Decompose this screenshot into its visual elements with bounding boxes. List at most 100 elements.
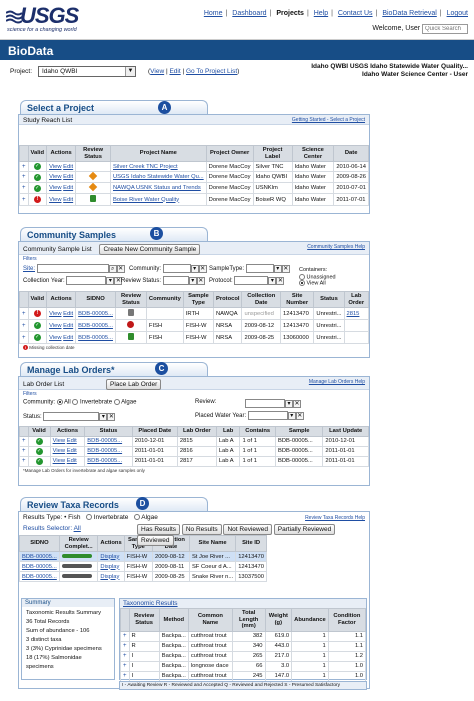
colyear-input[interactable] (66, 276, 107, 285)
placed-year-input[interactable] (247, 411, 288, 420)
partially-reviewed-button[interactable]: Partially Reviewed (273, 524, 336, 535)
taxa-sample-row[interactable]: BDB-00005... Display FISH-W 2009-08-12 St Jo… (19, 551, 267, 562)
chevron-down-icon[interactable]: ▾ (268, 276, 277, 285)
view-link[interactable]: View (49, 335, 61, 341)
reviewed-button[interactable]: Reviewed (137, 535, 174, 546)
project-view-link[interactable]: View (150, 68, 164, 75)
lab-order-row[interactable]: + ✓ View Edit BDB-00005... 2011-01-01 2816 Lab… (19, 445, 369, 457)
display-link[interactable]: Display (100, 554, 119, 560)
edit-link[interactable]: Edit (67, 438, 77, 444)
search-icon[interactable]: ⌕ (108, 264, 117, 273)
project-row[interactable]: + ✓ View Edit NAWQA USNK Status and Trends D… (19, 182, 369, 194)
expand-icon[interactable]: + (22, 448, 26, 454)
lab-review-input[interactable] (245, 399, 285, 408)
lab-filters-toggle[interactable]: Filters (23, 391, 37, 397)
laborder-link[interactable]: 2815 (347, 311, 360, 317)
sidno-link[interactable]: BDB-00005... (22, 574, 57, 580)
lab-status-input[interactable] (43, 412, 100, 421)
clear-icon[interactable]: ✕ (293, 399, 301, 408)
project-name-link[interactable]: USGS Idaho Statewide Water Qu... (113, 174, 204, 180)
status-link[interactable]: BDB-00005... (87, 458, 122, 464)
sample-row[interactable]: +! View Edit BDB-00005... IRTH NAWQA unspecif… (19, 307, 370, 320)
usgs-logo[interactable]: USGS science for a changing world (6, 3, 90, 35)
type-fish[interactable]: Fish (68, 514, 80, 521)
taxon-row[interactable]: + I Backpa... longnose dace 66 3.0 1 1.0 (120, 660, 367, 672)
expand-icon[interactable]: + (22, 458, 26, 464)
expand-icon[interactable]: + (22, 185, 26, 191)
sidno-link[interactable]: BDB-00005... (78, 311, 113, 317)
status-link[interactable]: BDB-00005... (87, 438, 122, 444)
no-results-button[interactable]: No Results (181, 524, 222, 535)
nav-dashboard[interactable]: Dashboard (232, 10, 266, 17)
expand-icon[interactable]: + (123, 633, 127, 639)
radio-view-all[interactable] (299, 280, 305, 287)
expand-icon[interactable]: + (22, 311, 26, 317)
edit-link[interactable]: Edit (63, 311, 73, 317)
taxa-sample-row[interactable]: BDB-00005... Display FISH-W 2009-08-25 Snake… (19, 571, 267, 582)
section-c-help-link[interactable]: Manage Lab Orders Help (309, 379, 365, 385)
clear-icon[interactable]: ✕ (281, 264, 290, 273)
expand-icon[interactable]: + (22, 164, 26, 170)
view-link[interactable]: View (49, 174, 61, 180)
nav-home[interactable]: Home (204, 10, 223, 17)
expand-icon[interactable]: + (22, 438, 26, 444)
view-link[interactable]: View (49, 185, 61, 191)
chevron-down-icon[interactable]: ▾ (273, 264, 282, 273)
site-filter-label[interactable]: Site: (23, 266, 35, 272)
sidno-link[interactable]: BDB-00005... (22, 564, 57, 570)
radio-algae[interactable] (113, 399, 120, 405)
chevron-down-icon[interactable]: ▾ (99, 412, 108, 421)
sampletype-input[interactable] (245, 264, 274, 273)
sidno-link[interactable]: BDB-00005... (78, 335, 113, 341)
project-row[interactable]: + ✓ View Edit USGS Idaho Statewide Water Qu… (19, 171, 369, 183)
view-link[interactable]: View (49, 164, 61, 170)
sample-row[interactable]: + ✓ View Edit BDB-00005... FISH FISH-W NRSA 200… (19, 319, 370, 332)
site-input[interactable] (36, 264, 109, 273)
view-link[interactable]: View (53, 438, 65, 444)
project-edit-link[interactable]: Edit (169, 68, 180, 75)
selector-all[interactable]: All (74, 525, 81, 532)
radio-unassigned[interactable] (299, 273, 305, 280)
filters-toggle[interactable]: Filters (23, 256, 37, 262)
edit-link[interactable]: Edit (63, 174, 73, 180)
clear-icon[interactable]: ✕ (196, 276, 205, 285)
protocol-input[interactable] (234, 276, 269, 285)
display-link[interactable]: Display (100, 574, 119, 580)
section-d-help-link[interactable]: Review Taxa Records Help (305, 515, 365, 521)
sample-row[interactable]: + ✓ View Edit BDB-00005... FISH FISH-W NRSA 200… (19, 331, 370, 344)
expand-icon[interactable]: + (123, 643, 127, 649)
taxon-row[interactable]: + R Backpa... cutthroat trout 340 443.0 1 1.1 (120, 640, 367, 652)
view-link[interactable]: View (49, 197, 61, 203)
sidno-link[interactable]: BDB-00005... (78, 323, 113, 329)
chevron-down-icon[interactable]: ▾ (285, 399, 293, 408)
taxon-row[interactable]: + I Backpa... cutthroat trout 265 217.0 1 1.2 (120, 650, 367, 662)
edit-link[interactable]: Edit (67, 448, 77, 454)
not-reviewed-button[interactable]: Not Reviewed (223, 524, 272, 535)
community-input[interactable] (162, 264, 191, 273)
view-link[interactable]: View (53, 448, 65, 454)
nav-help[interactable]: Help (314, 10, 328, 17)
view-link[interactable]: View (49, 311, 61, 317)
project-select[interactable]: Idaho QWBI ▼ (38, 66, 136, 77)
project-row[interactable]: +! View Edit Boise River Water Quality Dore… (19, 193, 369, 206)
project-name-link[interactable]: Boise River Water Quality (113, 197, 179, 203)
nav-contact[interactable]: Contact Us (338, 10, 373, 17)
clear-icon[interactable]: ✕ (276, 276, 285, 285)
section-a-help-link[interactable]: Getting Started - Select a Project (292, 117, 365, 123)
has-results-button[interactable]: Has Results (137, 524, 181, 535)
lab-order-row[interactable]: + ✓ View Edit BDB-00005... 2010-12-01 2815 Lab… (19, 435, 369, 447)
nav-projects[interactable]: Projects (276, 10, 304, 17)
radio-invertebrate[interactable] (85, 514, 92, 521)
edit-link[interactable]: Edit (63, 185, 73, 191)
edit-link[interactable]: Edit (63, 164, 73, 170)
project-name-link[interactable]: Silver Creek TNC Project (113, 164, 178, 170)
clear-icon[interactable]: ✕ (198, 264, 207, 273)
section-b-help-link[interactable]: Community Samples Help (307, 244, 365, 250)
taxon-row[interactable]: + R Backpa... cutthroat trout 382 619.0 1 1.1 (120, 630, 367, 642)
edit-link[interactable]: Edit (63, 197, 73, 203)
radio-all[interactable] (56, 399, 63, 405)
expand-icon[interactable]: + (123, 663, 127, 669)
expand-icon[interactable]: + (123, 653, 127, 659)
lab-order-row[interactable]: + ✓ View Edit BDB-00005... 2011-01-01 2817 Lab… (19, 455, 369, 467)
nav-retrieval[interactable]: BioData Retrieval (382, 10, 436, 17)
